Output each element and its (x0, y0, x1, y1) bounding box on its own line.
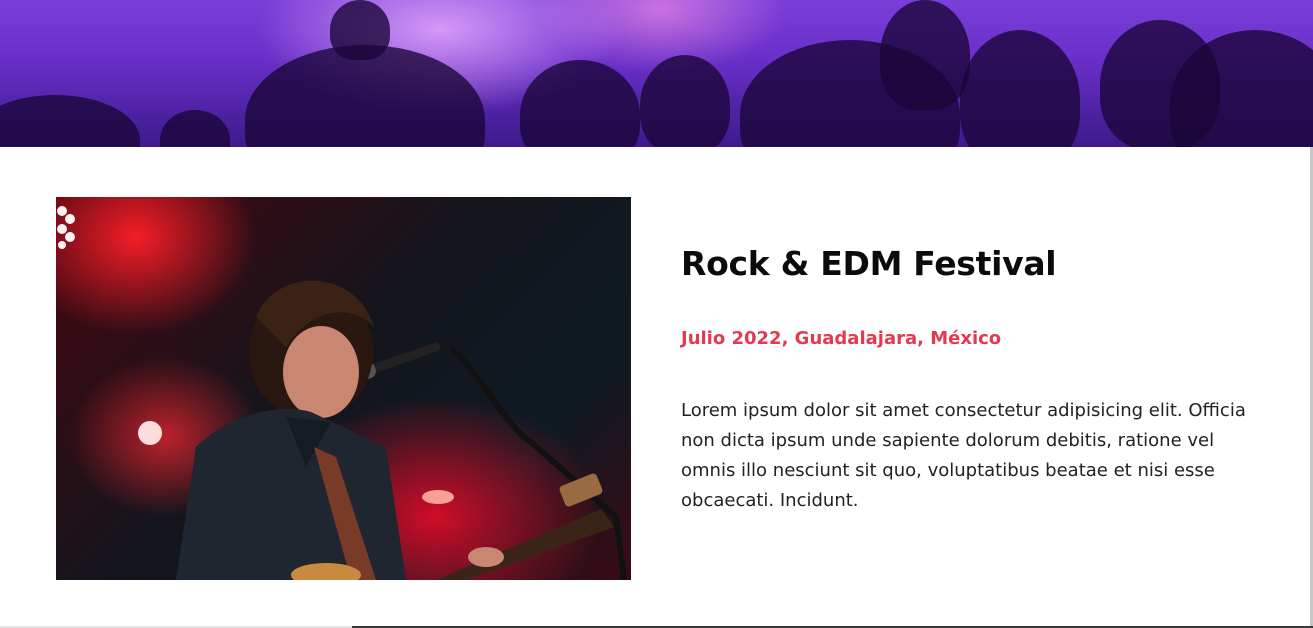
event-description: Lorem ipsum dolor sit amet consectetur a… (681, 400, 1246, 511)
event-title: Rock & EDM Festival (681, 244, 1057, 283)
concert-photo (56, 197, 631, 580)
event-date-location: Julio 2022, Guadalajara, México (681, 328, 1002, 349)
event-info: Rock & EDM Festival Julio 2022, Guadalaj… (681, 240, 1261, 516)
hero-banner-image (0, 0, 1313, 147)
